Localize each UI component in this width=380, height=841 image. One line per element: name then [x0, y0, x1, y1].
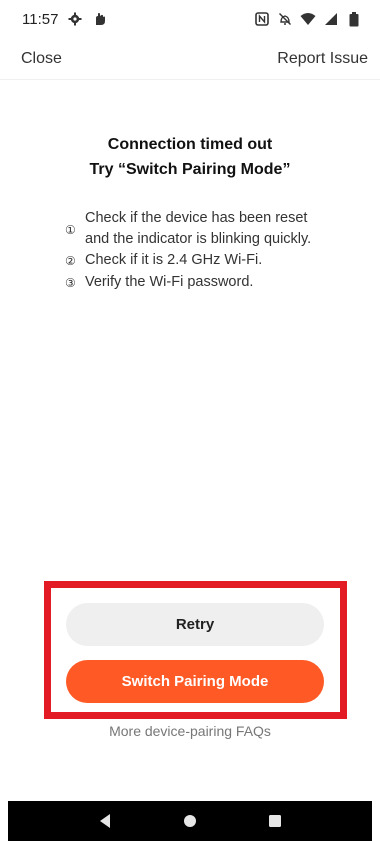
- gear-icon: [67, 11, 83, 27]
- recents-icon[interactable]: [261, 807, 289, 835]
- retry-button[interactable]: Retry: [66, 603, 324, 646]
- step-number: ①: [65, 223, 76, 237]
- status-time: 11:57: [22, 10, 59, 28]
- battery-icon: [346, 11, 362, 27]
- status-bar: 11:57: [0, 0, 380, 38]
- signal-icon: [323, 11, 339, 27]
- status-right: [254, 11, 362, 27]
- close-button[interactable]: Close: [21, 50, 62, 68]
- report-issue-button[interactable]: Report Issue: [277, 50, 368, 68]
- back-icon[interactable]: [91, 807, 119, 835]
- step-text: Check if the device has been reset and t…: [85, 208, 311, 250]
- step-text-line: and the indicator is blinking quickly.: [85, 231, 312, 247]
- wifi-icon: [300, 11, 316, 27]
- step-text: Verify the Wi-Fi password.: [85, 274, 254, 290]
- step-item: ③ Verify the Wi-Fi password.: [65, 272, 345, 294]
- step-text-line: Check if the device has been reset: [85, 210, 308, 226]
- faq-link[interactable]: More device-pairing FAQs: [0, 723, 380, 739]
- switch-pairing-mode-button[interactable]: Switch Pairing Mode: [66, 660, 324, 703]
- top-nav: Close Report Issue: [0, 38, 380, 80]
- page-subtitle: Try “Switch Pairing Mode”: [89, 161, 291, 178]
- notification-hand-icon: [92, 11, 108, 27]
- status-left: 11:57: [22, 11, 108, 28]
- system-nav-bar: [8, 801, 372, 841]
- step-text: Check if it is 2.4 GHz Wi-Fi.: [85, 252, 263, 268]
- troubleshooting-steps: ① Check if the device has been reset and…: [65, 208, 345, 294]
- step-number: ②: [65, 254, 76, 268]
- home-icon[interactable]: [176, 807, 204, 835]
- nfc-icon: [254, 11, 270, 27]
- step-item: ② Check if it is 2.4 GHz Wi-Fi.: [65, 250, 345, 272]
- step-item: ① Check if the device has been reset and…: [65, 208, 345, 250]
- screen: 11:57 Close Report Issue Connection time…: [0, 0, 380, 841]
- step-number: ③: [65, 276, 76, 290]
- page-title: Connection timed out: [107, 136, 273, 153]
- vibrate-off-icon: [277, 11, 293, 27]
